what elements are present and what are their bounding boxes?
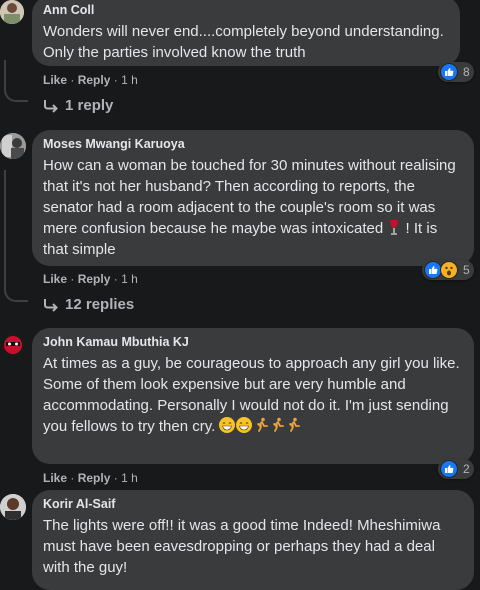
like-link[interactable]: Like — [43, 272, 67, 286]
timestamp[interactable]: 1 h — [121, 272, 138, 286]
timestamp[interactable]: 1 h — [121, 471, 138, 485]
comment-bubble: Korir Al-Saif The lights were off!! it w… — [32, 490, 474, 590]
replies-label: 12 replies — [65, 296, 135, 313]
like-icon — [440, 460, 458, 478]
avatar[interactable] — [0, 494, 26, 520]
separator: · — [70, 73, 75, 87]
wow-icon — [440, 261, 458, 279]
avatar[interactable] — [0, 0, 24, 24]
grinning-emoji-icon — [236, 417, 253, 433]
thread-line — [4, 60, 28, 102]
comment-author[interactable]: Korir Al-Saif — [43, 497, 462, 512]
comment-bubble: Moses Mwangi Karuoya How can a woman be … — [32, 130, 474, 266]
comment-text: How can a woman be touched for 30 minute… — [43, 157, 456, 258]
comment-author[interactable]: Moses Mwangi Karuoya — [43, 137, 462, 152]
separator: · — [113, 272, 118, 286]
reply-link[interactable]: Reply — [78, 272, 111, 286]
comment-bubble: Ann Coll Wonders will never end....compl… — [32, 0, 460, 66]
separator: · — [113, 73, 118, 87]
avatar[interactable] — [0, 332, 26, 358]
separator: · — [70, 272, 75, 286]
reaction-summary[interactable]: 5 — [422, 260, 474, 280]
comment-author[interactable]: John Kamau Mbuthia KJ — [43, 335, 462, 350]
separator: · — [70, 471, 75, 485]
reaction-summary[interactable]: 2 — [438, 459, 474, 479]
comment-text: Wonders will never end....completely bey… — [43, 23, 444, 61]
comment-text: The lights were off!! it was a good time… — [43, 517, 441, 576]
reaction-count: 2 — [463, 462, 470, 476]
running-person-icon — [257, 417, 269, 432]
replies-label: 1 reply — [65, 97, 114, 114]
view-replies-link[interactable]: 12 replies — [43, 296, 134, 313]
view-replies-link[interactable]: 1 reply — [43, 97, 113, 114]
comment-actions: Like · Reply · 1 h — [43, 471, 138, 485]
thread-line — [4, 170, 28, 302]
reaction-summary[interactable]: 8 — [438, 62, 474, 82]
separator: · — [113, 471, 118, 485]
comment-actions: Like · Reply · 1 h — [43, 73, 138, 87]
reply-link[interactable]: Reply — [78, 471, 111, 485]
like-link[interactable]: Like — [43, 73, 67, 87]
like-link[interactable]: Like — [43, 471, 67, 485]
comment-bubble: John Kamau Mbuthia KJ At times as a guy,… — [32, 328, 474, 464]
running-person-icon — [273, 417, 285, 432]
reply-arrow-icon — [44, 298, 58, 312]
avatar[interactable] — [0, 133, 26, 159]
wine-glass-icon — [390, 220, 399, 235]
reaction-count: 8 — [463, 65, 470, 79]
comment-text: At times as a guy, be courageous to appr… — [43, 355, 460, 435]
reply-link[interactable]: Reply — [78, 73, 111, 87]
running-person-icon — [289, 417, 301, 432]
like-icon — [440, 63, 458, 81]
reaction-count: 5 — [463, 263, 470, 277]
reply-arrow-icon — [44, 99, 58, 113]
comment-actions: Like · Reply · 1 h — [43, 272, 138, 286]
grinning-emoji-icon — [219, 417, 236, 433]
timestamp[interactable]: 1 h — [121, 73, 138, 87]
comment-author[interactable]: Ann Coll — [43, 3, 448, 18]
